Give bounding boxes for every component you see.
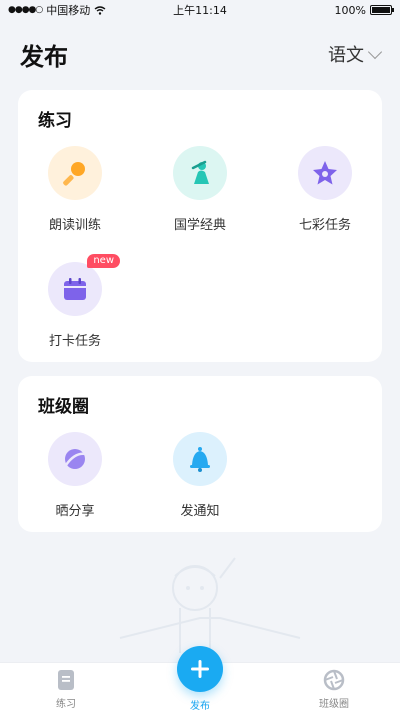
practice-card: 练习 朗读训练 国学经典 七彩任务 new 打卡任务 [18, 90, 382, 362]
document-icon [58, 670, 74, 690]
tab-label: 发布 [190, 701, 210, 712]
status-time: 上午11:14 [173, 4, 227, 17]
tile-classics[interactable]: 国学经典 [145, 146, 255, 236]
practice-title: 练习 [38, 111, 72, 131]
tile-share[interactable]: 晒分享 [20, 432, 130, 522]
tile-notice[interactable]: 发通知 [145, 432, 255, 522]
aperture-icon [323, 669, 345, 691]
microphone-icon [48, 146, 102, 200]
signal-icon: ●●●●○ [8, 5, 43, 15]
mascot-illustration [119, 557, 301, 653]
calendar-icon: new [48, 254, 120, 316]
header: 发布 语文 [0, 30, 400, 78]
tile-checkin-tasks[interactable]: new 打卡任务 [20, 254, 130, 352]
tile-colorful-tasks[interactable]: 七彩任务 [270, 146, 380, 236]
status-bar: ●●●●○ 中国移动 上午11:14 100% [0, 0, 400, 20]
battery-icon [370, 5, 394, 15]
tile-label: 打卡任务 [48, 334, 101, 349]
tile-label: 朗读训练 [48, 218, 101, 233]
subject-label: 语文 [328, 45, 364, 66]
plus-icon [191, 660, 209, 678]
carrier-label: 中国移动 [46, 4, 91, 17]
scholar-figure-icon [173, 146, 227, 200]
class-circle-title: 班级圈 [38, 397, 89, 417]
tile-reading-training[interactable]: 朗读训练 [20, 146, 130, 236]
star-icon [298, 146, 352, 200]
page-title: 发布 [20, 42, 68, 71]
tab-publish-label-wrap: 发布 [160, 693, 240, 712]
planet-icon [48, 432, 102, 486]
chevron-down-icon [367, 44, 383, 59]
battery-percent: 100% [334, 3, 366, 17]
tab-label: 班级圈 [319, 699, 349, 710]
tab-label: 练习 [56, 699, 76, 710]
wifi-icon [94, 5, 106, 15]
tab-publish[interactable] [177, 646, 223, 692]
tile-label: 发通知 [180, 504, 220, 519]
class-circle-card: 班级圈 晒分享 发通知 [18, 376, 382, 532]
tab-practice[interactable]: 练习 [26, 669, 106, 710]
tile-label: 国学经典 [173, 218, 226, 233]
tile-label: 七彩任务 [298, 218, 351, 233]
new-badge: new [87, 254, 120, 268]
tile-label: 晒分享 [55, 504, 95, 519]
bell-icon [173, 432, 227, 486]
subject-selector[interactable]: 语文 [328, 41, 383, 67]
tab-class-circle[interactable]: 班级圈 [294, 669, 374, 710]
